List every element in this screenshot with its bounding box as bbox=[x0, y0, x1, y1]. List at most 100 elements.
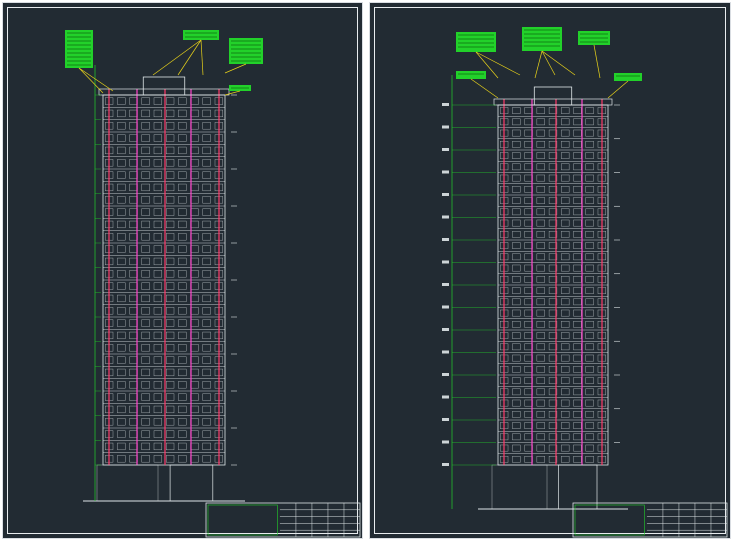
window bbox=[561, 163, 570, 171]
window bbox=[536, 152, 545, 159]
window bbox=[512, 118, 521, 126]
window bbox=[202, 109, 211, 118]
window bbox=[190, 393, 199, 401]
window bbox=[165, 319, 175, 327]
window bbox=[524, 242, 533, 249]
window bbox=[153, 245, 163, 253]
window bbox=[561, 118, 570, 126]
window bbox=[129, 196, 138, 204]
window bbox=[573, 129, 582, 137]
window bbox=[573, 399, 582, 407]
window bbox=[512, 377, 521, 384]
window bbox=[512, 264, 521, 272]
window bbox=[585, 332, 594, 339]
window bbox=[573, 152, 582, 159]
window bbox=[190, 344, 199, 352]
window bbox=[165, 196, 175, 204]
window bbox=[202, 159, 211, 167]
window bbox=[117, 442, 126, 451]
level-tag bbox=[442, 125, 449, 129]
window bbox=[190, 455, 199, 463]
window bbox=[524, 321, 533, 328]
window bbox=[524, 107, 533, 114]
window bbox=[117, 418, 126, 426]
window bbox=[512, 276, 521, 283]
callout-box bbox=[522, 27, 562, 51]
window bbox=[536, 264, 545, 272]
window bbox=[178, 257, 187, 266]
window bbox=[573, 298, 582, 306]
window bbox=[165, 183, 175, 192]
window bbox=[117, 344, 126, 352]
window bbox=[585, 118, 594, 126]
callout-label bbox=[224, 38, 263, 74]
window bbox=[524, 377, 533, 384]
leader-line bbox=[152, 39, 202, 76]
window bbox=[117, 257, 126, 266]
window bbox=[165, 97, 175, 105]
window bbox=[190, 159, 199, 167]
window bbox=[585, 129, 594, 137]
window bbox=[153, 257, 163, 266]
window bbox=[117, 356, 126, 364]
window bbox=[536, 298, 545, 306]
window bbox=[165, 442, 175, 451]
window bbox=[561, 456, 570, 463]
window bbox=[573, 118, 582, 126]
window bbox=[561, 152, 570, 159]
window bbox=[585, 377, 594, 384]
window bbox=[524, 399, 533, 407]
window bbox=[202, 307, 211, 315]
window bbox=[141, 245, 150, 253]
window bbox=[573, 332, 582, 339]
level-tag bbox=[442, 193, 449, 196]
leader-line bbox=[593, 44, 601, 79]
window bbox=[165, 294, 175, 303]
window bbox=[141, 109, 150, 118]
window bbox=[524, 141, 533, 148]
window bbox=[117, 233, 126, 241]
window bbox=[153, 319, 163, 327]
window bbox=[178, 146, 187, 155]
title-block bbox=[572, 502, 728, 538]
window bbox=[129, 307, 138, 315]
window bbox=[129, 405, 138, 414]
window bbox=[153, 356, 163, 364]
window bbox=[141, 208, 150, 216]
window bbox=[585, 152, 594, 159]
window bbox=[129, 171, 138, 179]
callout-label bbox=[522, 27, 576, 79]
window bbox=[512, 141, 521, 148]
window bbox=[512, 197, 521, 204]
window bbox=[512, 366, 521, 373]
window bbox=[524, 354, 533, 362]
window bbox=[512, 219, 521, 227]
window bbox=[165, 208, 175, 216]
window bbox=[141, 122, 150, 130]
window bbox=[190, 356, 199, 364]
window bbox=[141, 418, 150, 426]
window bbox=[153, 159, 163, 167]
window bbox=[536, 354, 545, 362]
window bbox=[561, 219, 570, 227]
window bbox=[524, 433, 533, 441]
window bbox=[585, 107, 594, 114]
window bbox=[202, 356, 211, 364]
window bbox=[190, 294, 199, 303]
window bbox=[536, 287, 545, 294]
window bbox=[141, 282, 150, 290]
window bbox=[585, 433, 594, 441]
leader-line bbox=[470, 78, 499, 99]
window bbox=[153, 331, 163, 340]
window bbox=[202, 146, 211, 155]
window bbox=[165, 257, 175, 266]
window bbox=[585, 399, 594, 407]
window bbox=[524, 118, 533, 126]
window bbox=[141, 331, 150, 340]
window bbox=[512, 208, 521, 216]
window bbox=[202, 430, 211, 438]
window bbox=[585, 264, 594, 272]
window bbox=[178, 159, 187, 167]
window bbox=[573, 456, 582, 463]
window bbox=[117, 159, 126, 167]
